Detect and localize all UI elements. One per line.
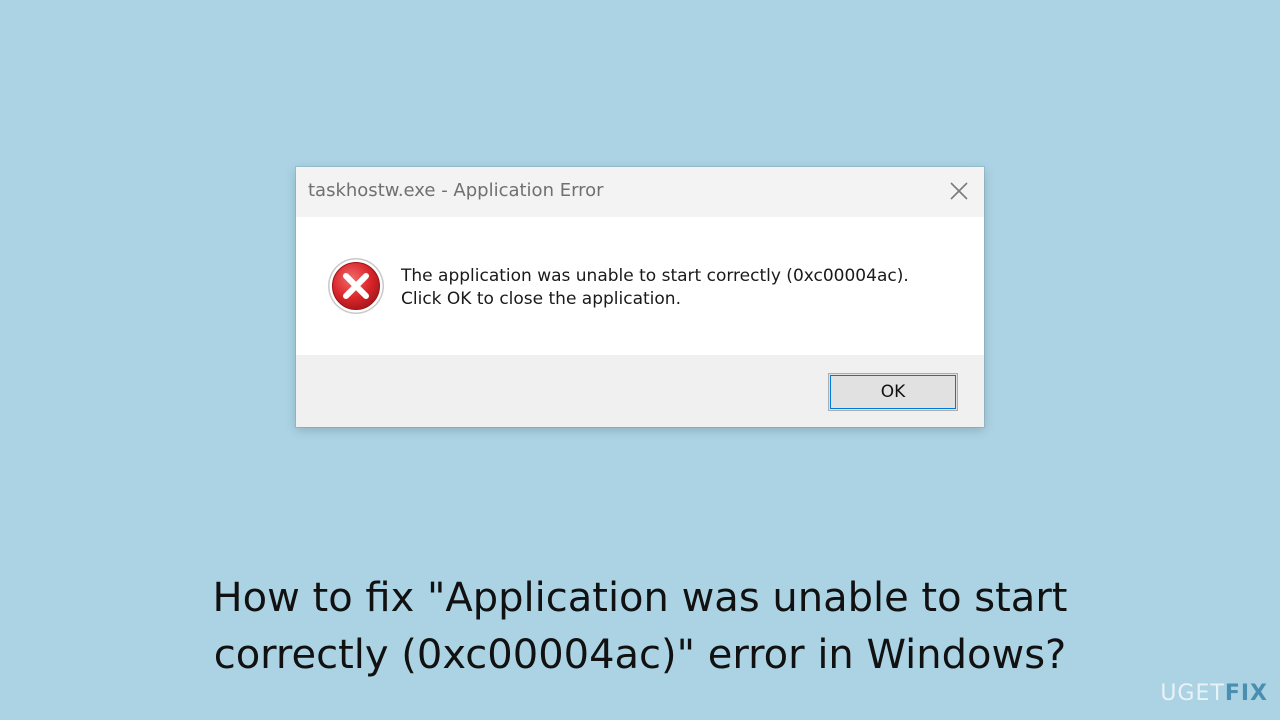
ok-button[interactable]: OK: [828, 373, 958, 411]
close-button[interactable]: [944, 176, 974, 206]
error-message: The application was unable to start corr…: [401, 265, 909, 311]
error-message-line2: Click OK to close the application.: [401, 289, 681, 309]
headline-line1: How to fix "Application was unable to st…: [212, 575, 1068, 621]
logo-part-et: ET: [1195, 681, 1225, 706]
dialog-footer: OK: [296, 355, 984, 427]
ugetfix-logo: UGETFIX: [1160, 681, 1268, 706]
page-headline: How to fix "Application was unable to st…: [140, 570, 1140, 684]
logo-part-fix: FIX: [1224, 681, 1268, 706]
dialog-title: taskhostw.exe - Application Error: [308, 180, 604, 201]
error-dialog: taskhostw.exe - Application Error The ap…: [296, 167, 984, 427]
error-icon: [327, 257, 385, 315]
logo-part-ug: UG: [1160, 681, 1196, 706]
headline-line2: correctly (0xc00004ac)" error in Windows…: [213, 632, 1067, 678]
dialog-content: The application was unable to start corr…: [296, 217, 984, 355]
dialog-titlebar: taskhostw.exe - Application Error: [296, 167, 984, 217]
close-icon: [950, 182, 968, 200]
error-message-line1: The application was unable to start corr…: [401, 266, 909, 286]
